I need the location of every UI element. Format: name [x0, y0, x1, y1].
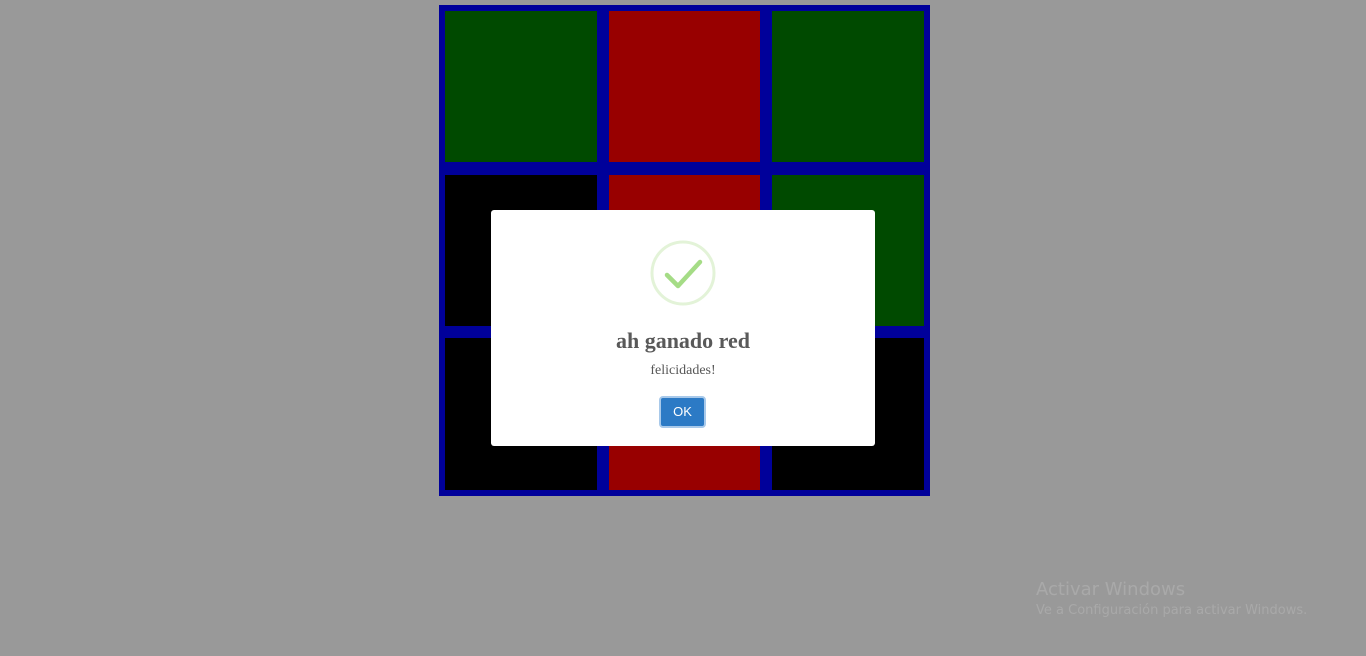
windows-activation-watermark: Activar Windows Ve a Configuración para …	[1036, 578, 1307, 620]
watermark-title: Activar Windows	[1036, 579, 1186, 600]
success-check-icon	[650, 240, 716, 306]
watermark-subtitle: Ve a Configuración para activar Windows.	[1036, 603, 1308, 618]
modal-overlay: ah ganado red felicidades! OK	[0, 0, 1366, 656]
win-dialog: ah ganado red felicidades! OK	[491, 210, 875, 446]
ok-button[interactable]: OK	[659, 396, 706, 428]
dialog-text: felicidades!	[650, 363, 716, 378]
dialog-title: ah ganado red	[615, 328, 751, 353]
